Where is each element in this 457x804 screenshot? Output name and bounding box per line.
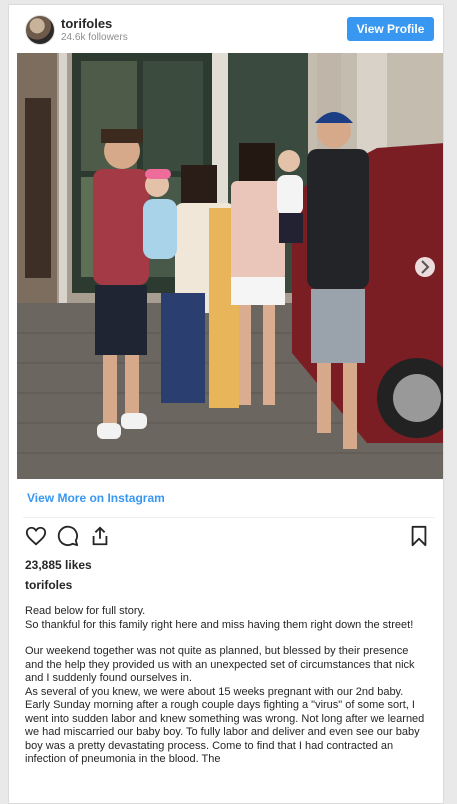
view-more-link[interactable]: View More on Instagram xyxy=(27,491,165,505)
follower-count: 24.6k followers xyxy=(61,32,128,43)
post-owner[interactable]: torifoles xyxy=(25,578,72,592)
instagram-embed-card: torifoles 24.6k followers View Profile V… xyxy=(8,4,444,804)
caption-gap xyxy=(25,632,429,645)
divider xyxy=(23,517,435,518)
comment-icon[interactable] xyxy=(57,525,79,552)
username[interactable]: torifoles xyxy=(61,16,112,31)
post-photo[interactable] xyxy=(17,53,443,479)
chevron-right-icon[interactable] xyxy=(415,257,435,277)
caption-line: So thankful for this family right here a… xyxy=(25,618,414,631)
caption-line: Read below for full story. xyxy=(25,605,146,617)
heart-icon[interactable] xyxy=(25,525,47,552)
like-count[interactable]: 23,885 likes xyxy=(25,558,92,572)
avatar[interactable] xyxy=(25,15,55,45)
caption-line: Our weekend together was not quite as pl… xyxy=(25,645,415,684)
share-icon[interactable] xyxy=(89,525,111,552)
view-profile-button[interactable]: View Profile xyxy=(347,17,434,41)
post-header: torifoles 24.6k followers View Profile xyxy=(9,5,443,53)
caption-line: As several of you knew, we were about 15… xyxy=(25,685,425,766)
action-bar xyxy=(25,525,437,555)
photo-illustration xyxy=(17,53,443,479)
bookmark-icon[interactable] xyxy=(409,525,429,552)
post-caption: Read below for full story. So thankful f… xyxy=(25,605,429,767)
